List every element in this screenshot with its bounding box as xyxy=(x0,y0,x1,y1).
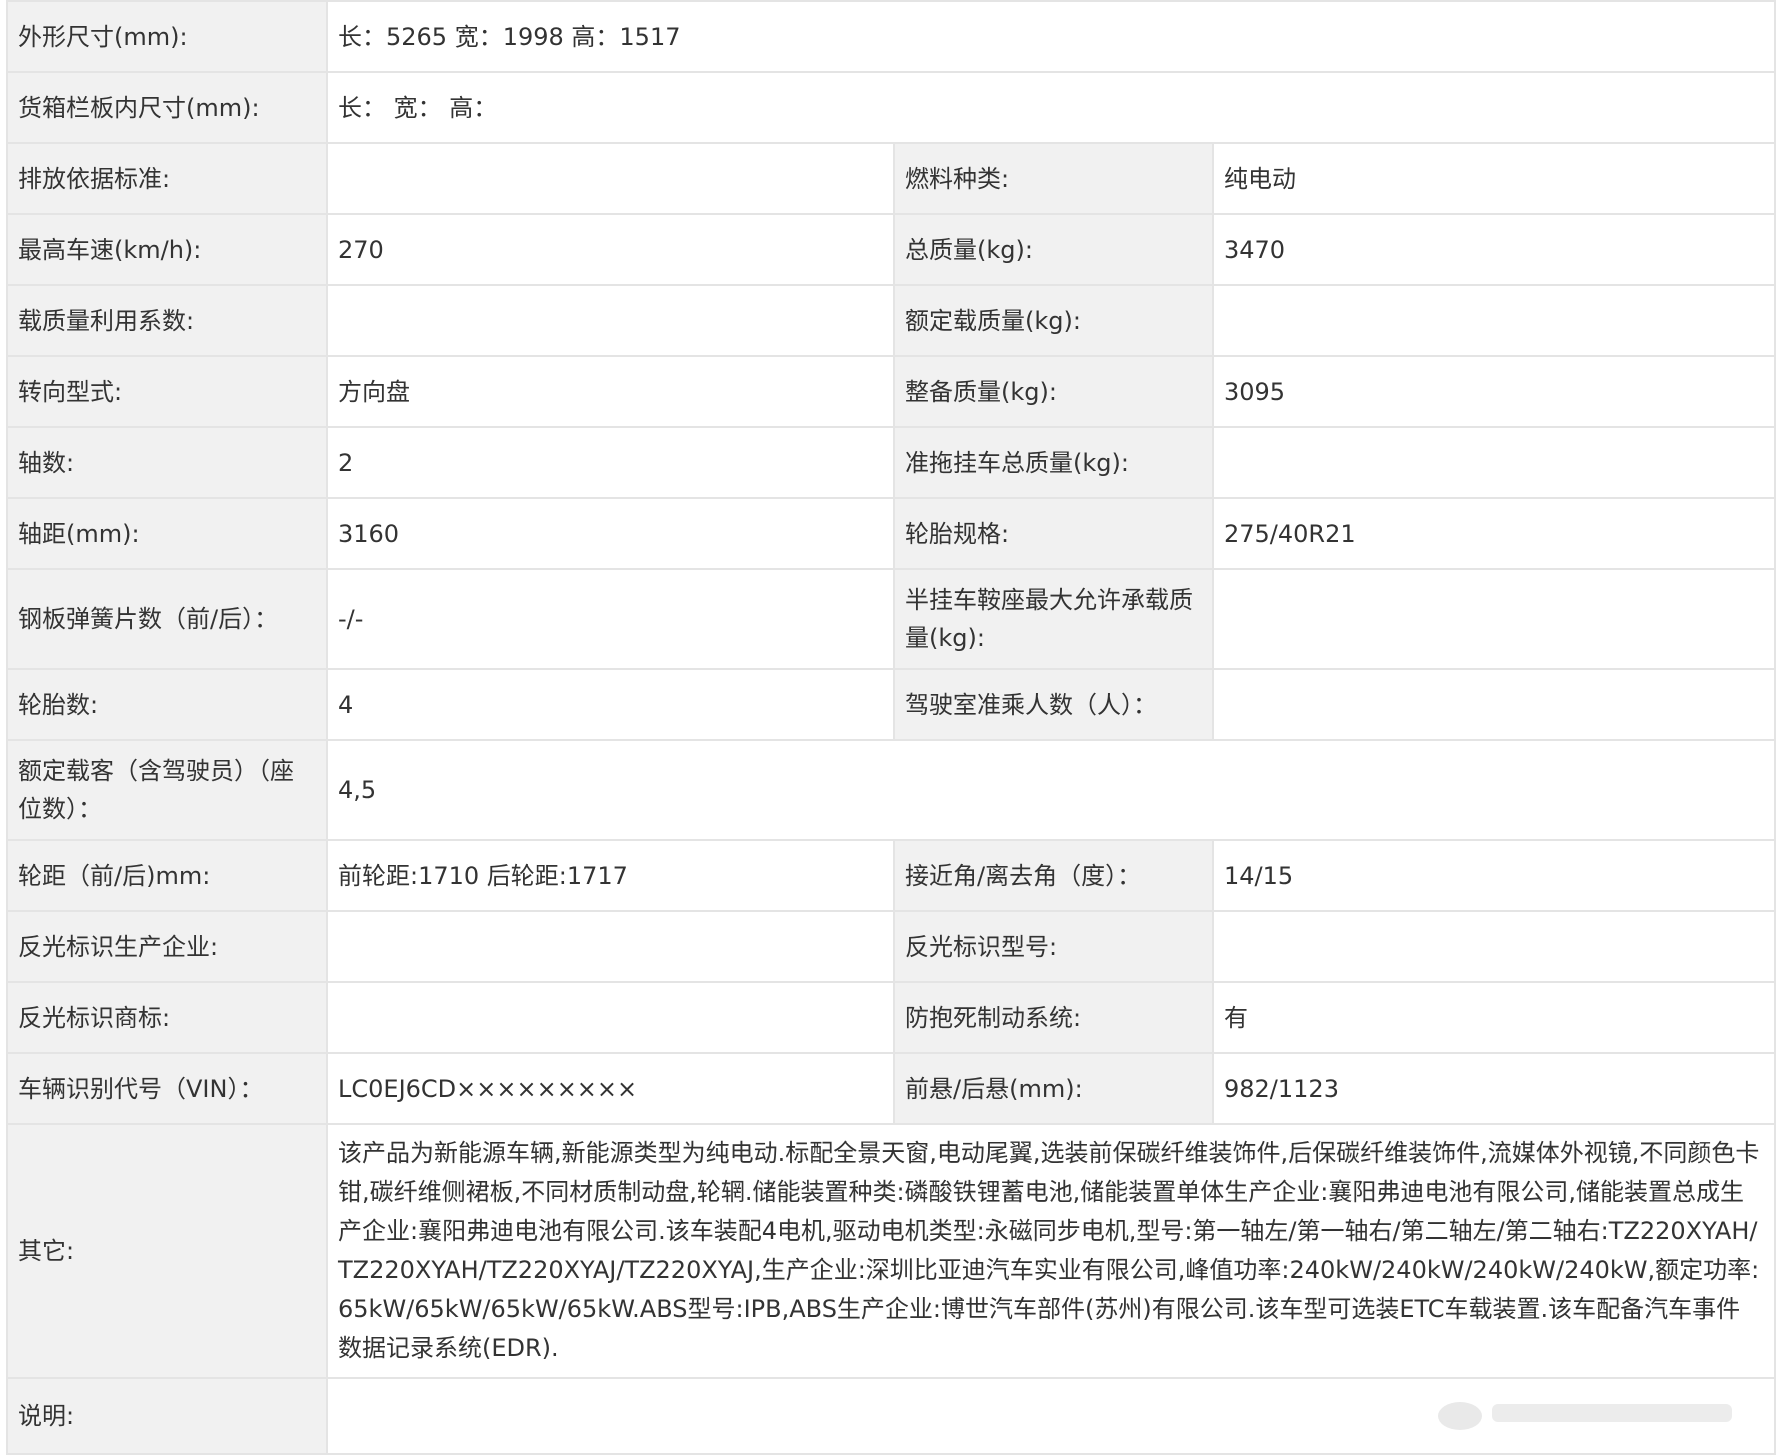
value-wheelbase: 3160 xyxy=(327,498,894,569)
value-trailer-mass xyxy=(1213,427,1775,498)
value-load-utilization xyxy=(327,285,894,356)
table-row: 额定载客（含驾驶员）（座位数）： 4,5 xyxy=(7,740,1775,840)
value-total-mass: 3470 xyxy=(1213,214,1775,285)
label-cab-passengers: 驾驶室准乘人数（人）： xyxy=(894,669,1213,740)
table-row: 排放依据标准: 燃料种类: 纯电动 xyxy=(7,143,1775,214)
table-row: 车辆识别代号（VIN）： LC0EJ6CD××××××××× 前悬/后悬(mm)… xyxy=(7,1053,1775,1124)
value-fuel-type: 纯电动 xyxy=(1213,143,1775,214)
value-reflector-maker xyxy=(327,911,894,982)
table-row: 轮胎数: 4 驾驶室准乘人数（人）： xyxy=(7,669,1775,740)
value-leaf-springs: -/- xyxy=(327,569,894,669)
value-track-width: 前轮距:1710 后轮距:1717 xyxy=(327,840,894,911)
label-rated-load: 额定载质量(kg): xyxy=(894,285,1213,356)
label-load-utilization: 载质量利用系数: xyxy=(7,285,327,356)
label-cargo-box-size: 货箱栏板内尺寸(mm): xyxy=(7,72,327,143)
table-row: 最高车速(km/h): 270 总质量(kg): 3470 xyxy=(7,214,1775,285)
label-leaf-springs: 钢板弹簧片数（前/后）： xyxy=(7,569,327,669)
value-max-speed: 270 xyxy=(327,214,894,285)
label-overhang: 前悬/后悬(mm): xyxy=(894,1053,1213,1124)
value-tire-spec: 275/40R21 xyxy=(1213,498,1775,569)
value-overhang: 982/1123 xyxy=(1213,1053,1775,1124)
label-axle-count: 轴数: xyxy=(7,427,327,498)
label-dimensions: 外形尺寸(mm): xyxy=(7,1,327,72)
value-curb-mass: 3095 xyxy=(1213,356,1775,427)
value-axle-count: 2 xyxy=(327,427,894,498)
table-row: 其它: 该产品为新能源车辆,新能源类型为纯电动.标配全景天窗,电动尾翼,选装前保… xyxy=(7,1124,1775,1378)
label-wheelbase: 轴距(mm): xyxy=(7,498,327,569)
table-row: 轴数: 2 准拖挂车总质量(kg): xyxy=(7,427,1775,498)
value-tire-count: 4 xyxy=(327,669,894,740)
value-reflector-model xyxy=(1213,911,1775,982)
vehicle-spec-table: 外形尺寸(mm): 长：5265 宽：1998 高：1517 货箱栏板内尺寸(m… xyxy=(6,0,1776,1455)
label-curb-mass: 整备质量(kg): xyxy=(894,356,1213,427)
value-saddle-load xyxy=(1213,569,1775,669)
watermark-logo-icon xyxy=(1430,1388,1750,1438)
table-row: 轮距（前/后)mm: 前轮距:1710 后轮距:1717 接近角/离去角（度）：… xyxy=(7,840,1775,911)
value-vin: LC0EJ6CD××××××××× xyxy=(327,1053,894,1124)
value-rated-load xyxy=(1213,285,1775,356)
value-rated-seats: 4,5 xyxy=(327,740,1775,840)
label-reflector-maker: 反光标识生产企业: xyxy=(7,911,327,982)
label-approach-departure-angle: 接近角/离去角（度）： xyxy=(894,840,1213,911)
label-other: 其它: xyxy=(7,1124,327,1378)
label-notes: 说明: xyxy=(7,1378,327,1454)
label-reflector-brand: 反光标识商标: xyxy=(7,982,327,1053)
table-row: 转向型式: 方向盘 整备质量(kg): 3095 xyxy=(7,356,1775,427)
label-rated-seats: 额定载客（含驾驶员）（座位数）： xyxy=(7,740,327,840)
value-approach-departure-angle: 14/15 xyxy=(1213,840,1775,911)
value-reflector-brand xyxy=(327,982,894,1053)
label-saddle-load: 半挂车鞍座最大允许承载质量(kg): xyxy=(894,569,1213,669)
value-emission-standard xyxy=(327,143,894,214)
value-cab-passengers xyxy=(1213,669,1775,740)
table-row: 钢板弹簧片数（前/后）： -/- 半挂车鞍座最大允许承载质量(kg): xyxy=(7,569,1775,669)
label-tire-spec: 轮胎规格: xyxy=(894,498,1213,569)
value-steering-type: 方向盘 xyxy=(327,356,894,427)
label-total-mass: 总质量(kg): xyxy=(894,214,1213,285)
label-steering-type: 转向型式: xyxy=(7,356,327,427)
value-other: 该产品为新能源车辆,新能源类型为纯电动.标配全景天窗,电动尾翼,选装前保碳纤维装… xyxy=(327,1124,1775,1378)
value-cargo-box-size: 长： 宽： 高： xyxy=(327,72,1775,143)
table-row: 货箱栏板内尺寸(mm): 长： 宽： 高： xyxy=(7,72,1775,143)
label-track-width: 轮距（前/后)mm: xyxy=(7,840,327,911)
table-row: 反光标识生产企业: 反光标识型号: xyxy=(7,911,1775,982)
table-row: 外形尺寸(mm): 长：5265 宽：1998 高：1517 xyxy=(7,1,1775,72)
label-max-speed: 最高车速(km/h): xyxy=(7,214,327,285)
label-trailer-mass: 准拖挂车总质量(kg): xyxy=(894,427,1213,498)
label-abs: 防抱死制动系统: xyxy=(894,982,1213,1053)
label-vin: 车辆识别代号（VIN）： xyxy=(7,1053,327,1124)
table-row: 反光标识商标: 防抱死制动系统: 有 xyxy=(7,982,1775,1053)
label-tire-count: 轮胎数: xyxy=(7,669,327,740)
table-row: 轴距(mm): 3160 轮胎规格: 275/40R21 xyxy=(7,498,1775,569)
label-reflector-model: 反光标识型号: xyxy=(894,911,1213,982)
value-dimensions: 长：5265 宽：1998 高：1517 xyxy=(327,1,1775,72)
value-abs: 有 xyxy=(1213,982,1775,1053)
label-emission-standard: 排放依据标准: xyxy=(7,143,327,214)
table-row: 载质量利用系数: 额定载质量(kg): xyxy=(7,285,1775,356)
label-fuel-type: 燃料种类: xyxy=(894,143,1213,214)
